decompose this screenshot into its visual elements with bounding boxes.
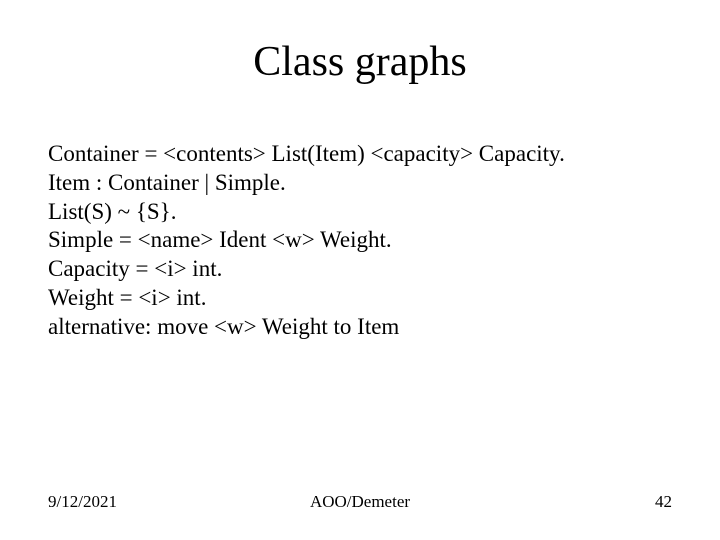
grammar-line-5: Capacity = <i> int. bbox=[48, 255, 672, 284]
grammar-line-2: Item : Container | Simple. bbox=[48, 169, 672, 198]
footer-page-number: 42 bbox=[655, 492, 672, 512]
grammar-line-4: Simple = <name> Ident <w> Weight. bbox=[48, 226, 672, 255]
slide-title: Class graphs bbox=[0, 38, 720, 86]
grammar-line-3: List(S) ~ {S}. bbox=[48, 198, 672, 227]
slide-footer: 9/12/2021 AOO/Demeter 42 bbox=[48, 492, 672, 512]
grammar-line-6: Weight = <i> int. bbox=[48, 284, 672, 313]
alternative-note: alternative: move <w> Weight to Item bbox=[48, 313, 672, 342]
slide: Class graphs Container = <contents> List… bbox=[0, 0, 720, 540]
footer-center: AOO/Demeter bbox=[48, 492, 672, 512]
slide-body: Container = <contents> List(Item) <capac… bbox=[48, 140, 672, 341]
grammar-line-1: Container = <contents> List(Item) <capac… bbox=[48, 140, 672, 169]
footer-date: 9/12/2021 bbox=[48, 492, 117, 512]
